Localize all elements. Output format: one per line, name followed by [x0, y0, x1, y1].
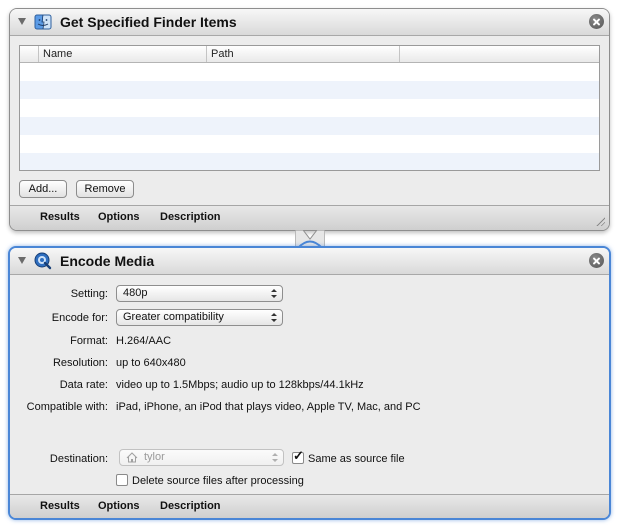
- automator-workflow: Get Specified Finder Items Name Path Add…: [0, 0, 619, 528]
- compatible-with-value: iPad, iPhone, an iPod that plays video, …: [116, 401, 421, 413]
- get-specified-finder-items-action[interactable]: Get Specified Finder Items Name Path Add…: [9, 8, 610, 231]
- finder-icon: [34, 14, 52, 30]
- resolution-label: Resolution:: [52, 357, 108, 369]
- delete-source-label[interactable]: Delete source files after processing: [132, 475, 304, 487]
- finder-items-table[interactable]: Name Path: [19, 45, 600, 171]
- column-header-name[interactable]: Name: [38, 46, 206, 62]
- setting-value: 480p: [123, 287, 148, 299]
- options-tab[interactable]: Options: [98, 211, 140, 223]
- results-tab[interactable]: Results: [40, 211, 80, 223]
- table-row[interactable]: [20, 153, 599, 170]
- setting-popup[interactable]: 480p: [116, 285, 283, 302]
- same-as-source-label[interactable]: Same as source file: [308, 453, 405, 465]
- home-folder-icon: [126, 452, 138, 463]
- checkmark-icon: ✓: [293, 448, 304, 463]
- table-row[interactable]: [20, 135, 599, 153]
- add-button[interactable]: Add...: [19, 180, 67, 198]
- format-label: Format:: [70, 335, 108, 347]
- table-row[interactable]: [20, 99, 599, 117]
- encode-for-label: Encode for:: [51, 312, 108, 324]
- data-rate-value: video up to 1.5Mbps; audio up to 128kbps…: [116, 379, 364, 391]
- options-tab[interactable]: Options: [98, 500, 140, 512]
- compatible-with-label: Compatible with:: [26, 401, 108, 413]
- table-row[interactable]: [20, 117, 599, 135]
- resolution-value: up to 640x480: [116, 357, 186, 369]
- close-action-icon[interactable]: [589, 253, 604, 268]
- popup-arrows-icon: [272, 453, 278, 462]
- description-tab[interactable]: Description: [160, 211, 221, 223]
- resize-grip-icon[interactable]: [595, 216, 605, 226]
- setting-label: Setting:: [70, 288, 108, 300]
- popup-arrows-icon: [271, 313, 277, 322]
- data-rate-label: Data rate:: [59, 379, 108, 391]
- action-footer: Results Options Description: [10, 205, 609, 230]
- encode-for-value: Greater compatibility: [123, 311, 224, 323]
- table-header: Name Path: [20, 46, 599, 63]
- table-row[interactable]: [20, 81, 599, 99]
- disclosure-triangle-icon[interactable]: [18, 18, 26, 25]
- popup-arrows-icon: [271, 289, 277, 298]
- results-tab[interactable]: Results: [40, 500, 80, 512]
- action-titlebar[interactable]: Get Specified Finder Items: [10, 9, 609, 36]
- action-titlebar[interactable]: Encode Media: [10, 248, 609, 275]
- action-footer: Results Options Description: [10, 494, 609, 518]
- format-value: H.264/AAC: [116, 335, 172, 347]
- action-title: Encode Media: [60, 253, 155, 269]
- quicktime-icon: [34, 252, 52, 270]
- encode-for-popup[interactable]: Greater compatibility: [116, 309, 283, 326]
- destination-value: tylor: [144, 451, 165, 463]
- destination-popup[interactable]: tylor: [119, 449, 284, 466]
- encode-media-action[interactable]: Encode Media Setting: 480p Encode for: G…: [8, 246, 611, 520]
- column-header-empty: [399, 46, 599, 62]
- delete-source-checkbox[interactable]: [116, 474, 128, 486]
- table-row[interactable]: [20, 63, 599, 81]
- remove-button[interactable]: Remove: [76, 180, 134, 198]
- disclosure-triangle-icon[interactable]: [18, 257, 26, 264]
- column-header-path[interactable]: Path: [206, 46, 399, 62]
- action-title: Get Specified Finder Items: [60, 14, 237, 30]
- close-action-icon[interactable]: [589, 14, 604, 29]
- destination-label: Destination:: [49, 453, 108, 465]
- same-as-source-checkbox[interactable]: ✓: [292, 448, 304, 464]
- description-tab[interactable]: Description: [160, 500, 221, 512]
